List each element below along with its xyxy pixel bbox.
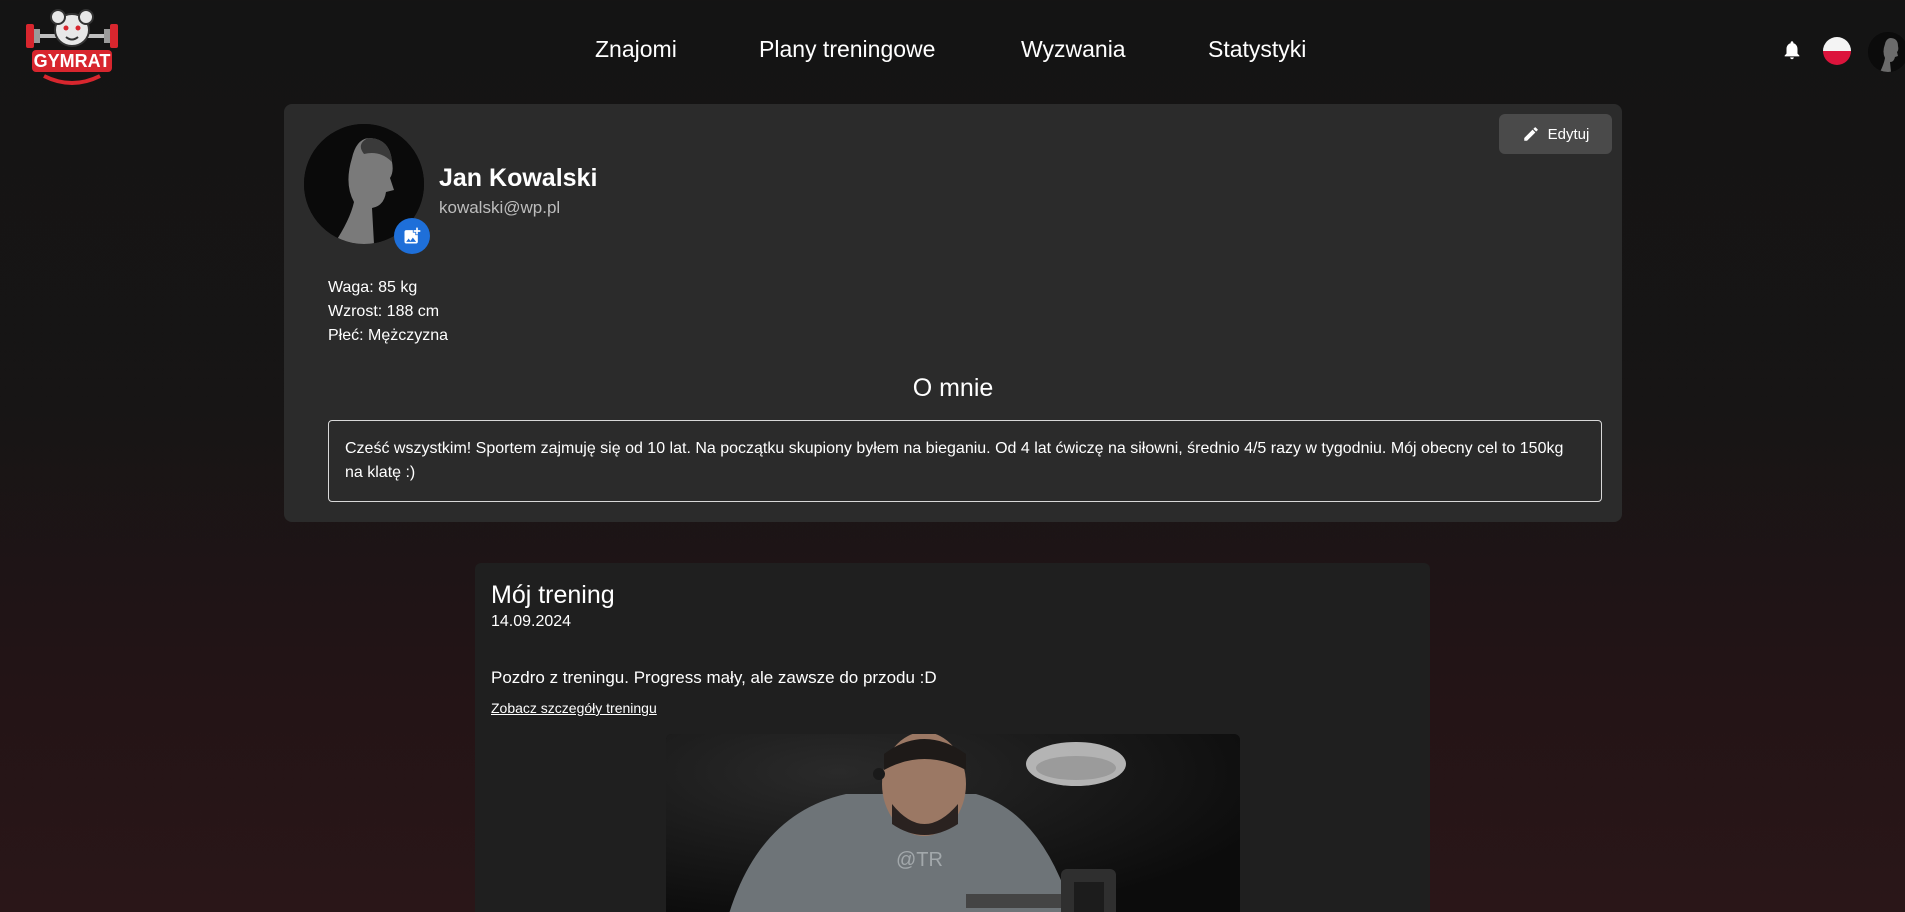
profile-email: kowalski@wp.pl bbox=[439, 198, 561, 217]
add-photo-icon bbox=[404, 227, 421, 244]
training-post-card: Mój trening 14.09.2024 Pozdro z treningu… bbox=[475, 563, 1430, 912]
post-title: Mój trening bbox=[491, 581, 615, 609]
bell-icon[interactable] bbox=[1781, 38, 1803, 62]
header-actions bbox=[1745, 32, 1905, 72]
pencil-icon bbox=[1523, 127, 1538, 141]
stat-gender: Płeć: Mężczyzna bbox=[328, 327, 449, 344]
edit-profile-button[interactable]: Edytuj bbox=[1499, 114, 1612, 154]
top-navbar: GYMRAT Znajomi Plany treningowe Wyzwania… bbox=[0, 0, 1905, 100]
language-flag-icon[interactable] bbox=[1823, 37, 1851, 65]
stat-weight: Waga: 85 kg bbox=[328, 279, 418, 296]
profile-card: Edytuj Jan Kowalski kowalski@wp.pl Waga:… bbox=[284, 104, 1622, 522]
nav-item-znajomi[interactable]: Znajomi bbox=[595, 36, 677, 63]
post-date: 14.09.2024 bbox=[491, 613, 572, 630]
user-avatar[interactable] bbox=[1868, 32, 1905, 72]
post-text: Pozdro z treningu. Progress mały, ale za… bbox=[491, 668, 937, 687]
svg-text:@TR: @TR bbox=[896, 849, 943, 871]
nav-item-statystyki[interactable]: Statystyki bbox=[1208, 36, 1306, 63]
stat-height: Wzrost: 188 cm bbox=[328, 303, 440, 320]
edit-button-label: Edytuj bbox=[1547, 125, 1590, 143]
training-details-link[interactable]: Zobacz szczegóły treningu bbox=[491, 700, 657, 716]
profile-name: Jan Kowalski bbox=[439, 164, 598, 192]
upload-photo-button[interactable] bbox=[394, 218, 430, 254]
nav-item-plany-treningowe[interactable]: Plany treningowe bbox=[759, 36, 935, 63]
about-title: O mnie bbox=[912, 374, 994, 402]
main-navigation: Znajomi Plany treningowe Wyzwania Statys… bbox=[0, 36, 1905, 66]
about-text: Cześć wszystkim! Sportem zajmuję się od … bbox=[328, 420, 1602, 502]
nav-item-wyzwania[interactable]: Wyzwania bbox=[1021, 36, 1126, 63]
post-photo: @TR bbox=[666, 734, 1240, 912]
profile-stats: Waga: 85 kg Wzrost: 188 cm Płeć: Mężczyz… bbox=[328, 276, 448, 348]
